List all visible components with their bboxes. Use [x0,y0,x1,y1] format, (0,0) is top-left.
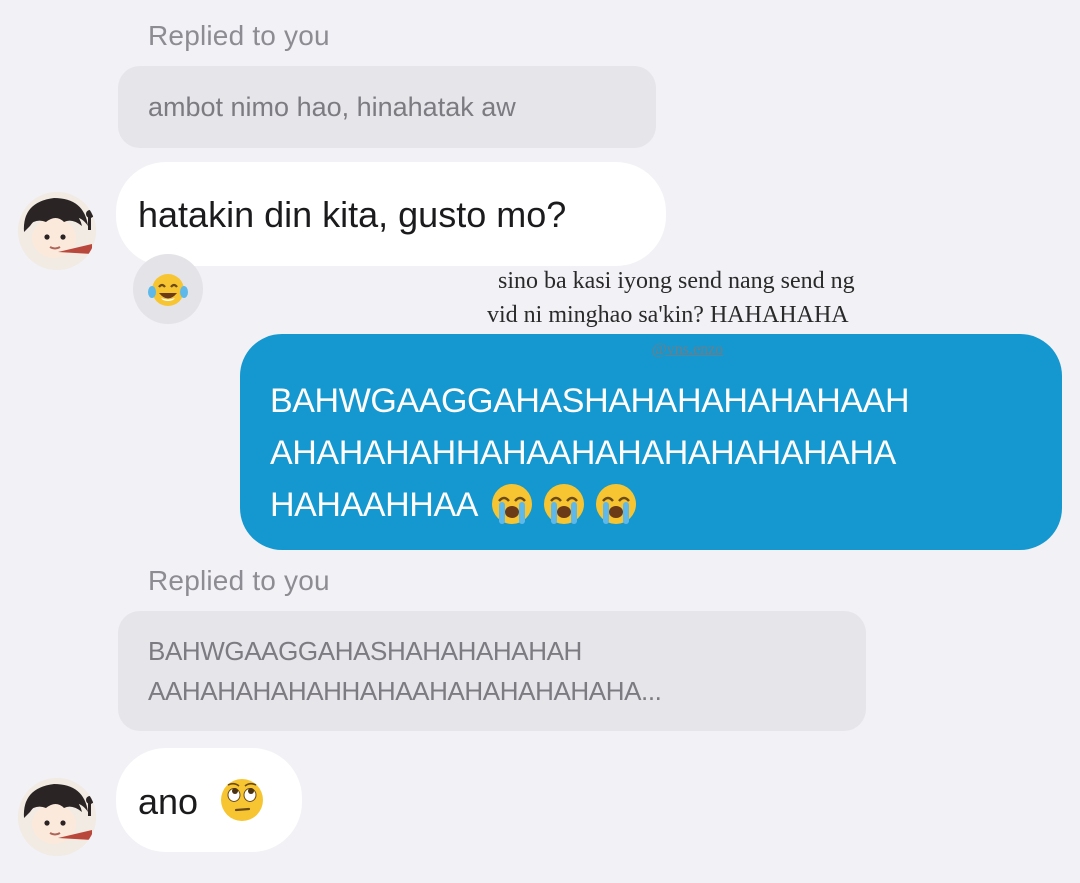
outgoing-message-last-line: HAHAAHHAA [270,478,639,532]
outgoing-message-line: BAHWGAAGGAHASHAHAHAHAHAHAAH [270,382,910,420]
incoming-message-text: hatakin din kita, gusto mo? [138,194,567,235]
avatar-cartoon-icon [18,192,96,270]
incoming-message-text: ano [138,781,199,822]
quoted-message-text: ambot nimo hao, hinahatak aw [148,92,516,122]
quoted-message-line: AAHAHAHAHAHHAHAAHAHAHAHAHAHA... [148,676,662,706]
outgoing-message-line: AHAHAHAHHAHAAHAHAHAHAHAHAHA [270,434,896,472]
replied-to-you-label: Replied to you [148,565,330,596]
caption-line: vid ni minghao sa'kin? HAHAHAHA [487,302,849,328]
outgoing-message-bubble[interactable]: BAHWGAAGGAHASHAHAHAHAHAHAAH AHAHAHAHHAHA… [240,334,1062,550]
message-reaction[interactable] [133,254,203,324]
incoming-message-bubble[interactable]: hatakin din kita, gusto mo? [116,162,666,266]
replied-to-you-label: Replied to you [148,20,330,51]
quoted-message[interactable]: BAHWGAAGGAHASHAHAHAHAHAH AAHAHAHAHAHHAHA… [118,611,866,731]
watermark: @vns.enzo [652,341,724,358]
avatar[interactable] [18,192,96,270]
avatar[interactable] [18,778,96,856]
quoted-message-line: BAHWGAAGGAHASHAHAHAHAHAH [148,636,582,666]
quoted-message[interactable]: ambot nimo hao, hinahatak aw [118,66,656,148]
loudly-crying-face-icon [492,484,637,525]
outgoing-message-line: HAHAAHHAA [270,486,477,524]
avatar-cartoon-icon [18,778,96,856]
caption-line: sino ba kasi iyong send nang send ng [498,268,855,294]
face-with-tears-of-joy-icon [148,274,188,306]
face-with-rolling-eyes-icon [221,779,263,821]
incoming-message-bubble[interactable]: ano [116,748,302,852]
